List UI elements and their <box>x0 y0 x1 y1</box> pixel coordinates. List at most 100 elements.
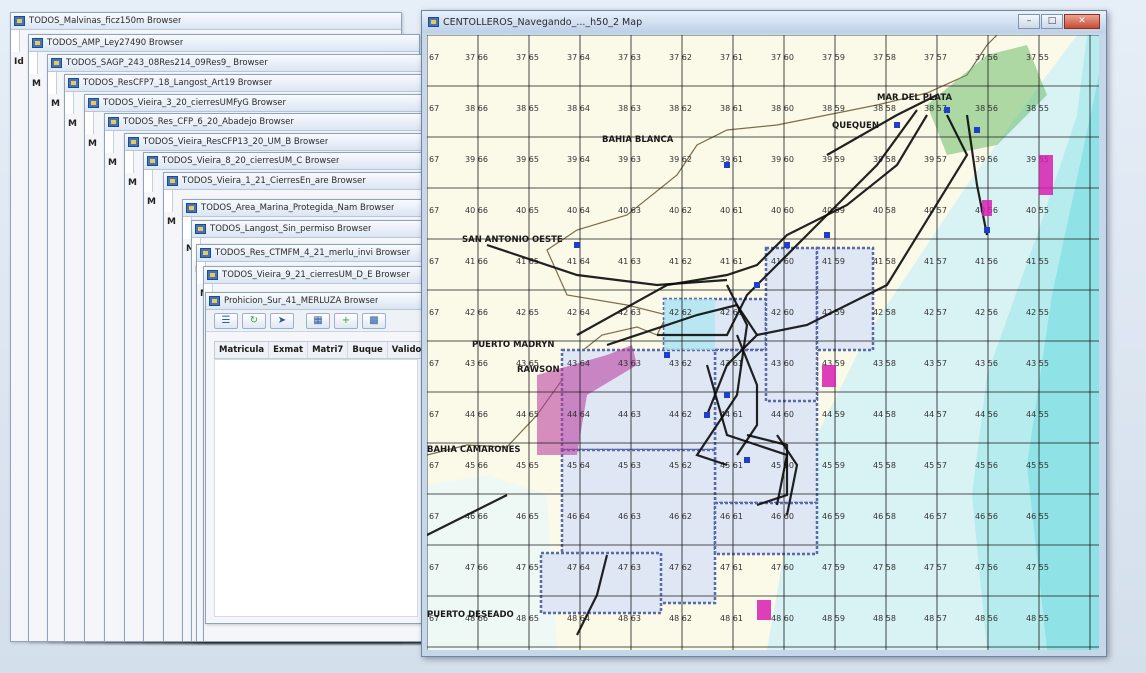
grid-cell-label: 37 55 <box>1026 53 1049 62</box>
title-bar[interactable]: TODOS_SAGP_243_08Res214_09Res9_ Browser <box>48 55 438 72</box>
data-grid[interactable] <box>214 359 418 617</box>
grid-cell-label: 40 58 <box>873 206 896 215</box>
title-bar[interactable]: TODOS_Malvinas_ficz150m Browser <box>11 13 401 30</box>
grid-cell-label: 43 62 <box>669 359 692 368</box>
add-column-icon[interactable]: + <box>334 312 358 329</box>
title-bar[interactable]: TODOS_AMP_Ley27490 Browser <box>29 35 419 52</box>
column-header-edge: M <box>32 79 41 89</box>
column-header-exmat[interactable]: Exmat <box>269 342 309 358</box>
column-header-matricula[interactable]: Matricula <box>215 342 270 358</box>
grid-cell-label: 48 59 <box>822 614 845 623</box>
grid-cell-label: 45 61 <box>720 461 743 470</box>
grid-edge-label: 67 <box>429 308 439 317</box>
grid-cell-label: 42 66 <box>465 308 488 317</box>
window-title: TODOS_Vieira_9_21_cierresUM_D_E Browser <box>222 270 410 280</box>
map-canvas[interactable]: 67 37 66 37 65 37 64 37 63 37 62 37 61 37 60 37 … <box>427 35 1099 650</box>
grid-cell-label: 40 63 <box>618 206 641 215</box>
window-title: TODOS_Vieira_1_21_CierresEn_are Browser <box>182 176 366 186</box>
browser-window-icon <box>147 156 158 166</box>
grid-cell-label: 46 56 <box>975 512 998 521</box>
minimize-button[interactable]: – <box>1018 14 1040 29</box>
map-title-bar[interactable]: CENTOLLEROS_Navegando_..._h50_2 Map <box>422 11 1106 33</box>
toolbar-edge <box>29 52 38 74</box>
grid-cell-label: 42 56 <box>975 308 998 317</box>
column-header-edge: M <box>147 197 156 207</box>
grid-icon[interactable]: ▩ <box>362 312 386 329</box>
grid-cell-label: 44 59 <box>822 410 845 419</box>
grid-cell-label: 43 60 <box>771 359 794 368</box>
maximize-button[interactable]: □ <box>1041 14 1063 29</box>
window-title: Prohicion_Sur_41_MERLUZA Browser <box>224 296 379 306</box>
place-label: PUERTO MADRYN <box>472 340 555 350</box>
grid-cell-label: 38 60 <box>771 104 794 113</box>
grid-cell-label: 48 65 <box>516 614 539 623</box>
title-bar[interactable]: Prohicion_Sur_41_MERLUZA Browser <box>206 293 424 310</box>
grid-cell-label: 48 58 <box>873 614 896 623</box>
grid-edge-label: 67 <box>429 359 439 368</box>
refresh-icon[interactable]: ↻ <box>242 312 266 329</box>
column-header-edge: M <box>68 119 77 129</box>
grid-cell-label: 48 56 <box>975 614 998 623</box>
browser-window-icon <box>51 58 62 68</box>
browser-window-icon <box>32 38 43 48</box>
column-header-matri7[interactable]: Matri7 <box>308 342 349 358</box>
grid-cell-label: 45 65 <box>516 461 539 470</box>
grid-cell-label: 48 55 <box>1026 614 1049 623</box>
table-view-icon[interactable]: ▦ <box>306 312 330 329</box>
column-header-buque[interactable]: Buque <box>348 342 388 358</box>
map-window[interactable]: CENTOLLEROS_Navegando_..._h50_2 Map – □ … <box>421 10 1107 657</box>
grid-cell-label: 45 62 <box>669 461 692 470</box>
grid-edge-label: 67 <box>429 53 439 62</box>
grid-cell-label: 44 56 <box>975 410 998 419</box>
grid-cell-label: 42 58 <box>873 308 896 317</box>
grid-cell-label: 40 66 <box>465 206 488 215</box>
browser-window-prohicion[interactable]: Prohicion_Sur_41_MERLUZA Browser ☰ ↻ ➤ ▦… <box>205 292 446 624</box>
grid-cell-label: 44 58 <box>873 410 896 419</box>
grid-cell-label: 47 59 <box>822 563 845 572</box>
column-header-edge: M <box>108 158 117 168</box>
grid-cell-label: 43 56 <box>975 359 998 368</box>
vessel-marker <box>724 162 730 168</box>
toolbar-edge <box>105 131 114 153</box>
grid-cell-label: 41 61 <box>720 257 743 266</box>
grid-cell-label: 42 64 <box>567 308 590 317</box>
place-label: BAHIA CAMARONES <box>427 445 521 455</box>
column-header-edge: Id <box>14 57 24 67</box>
vessel-marker <box>824 232 830 238</box>
grid-cell-label: 46 62 <box>669 512 692 521</box>
closure-marker <box>1039 155 1053 195</box>
grid-cell-label: 44 60 <box>771 410 794 419</box>
grid-cell-label: 39 65 <box>516 155 539 164</box>
grid-cell-label: 37 56 <box>975 53 998 62</box>
window-title: TODOS_SAGP_243_08Res214_09Res9_ Browser <box>66 58 268 68</box>
grid-cell-label: 38 59 <box>822 104 845 113</box>
vessel-marker <box>974 127 980 133</box>
grid-cell-label: 45 60 <box>771 461 794 470</box>
options-dropdown-button[interactable]: ☰ <box>214 312 238 329</box>
window-title: TODOS_Res_CFP_6_20_Abadejo Browser <box>123 117 294 127</box>
browser-window-icon <box>68 78 79 88</box>
grid-cell-label: 41 58 <box>873 257 896 266</box>
grid-cell-label: 44 64 <box>567 410 590 419</box>
grid-cell-label: 40 64 <box>567 206 590 215</box>
grid-cell-label: 38 64 <box>567 104 590 113</box>
toolbar-edge <box>144 170 153 192</box>
title-bar[interactable]: TODOS_ResCFP7_18_Langost_Art19 Browser <box>65 75 455 92</box>
grid-cell-label: 48 63 <box>618 614 641 623</box>
close-button[interactable]: ✕ <box>1064 14 1100 29</box>
browser-window-icon <box>209 296 220 306</box>
grid-cell-label: 42 62 <box>669 308 692 317</box>
grid-cell-label: 43 66 <box>465 359 488 368</box>
browser-window-icon <box>195 224 206 234</box>
grid-cell-label: 39 60 <box>771 155 794 164</box>
grid-cell-label: 42 57 <box>924 308 947 317</box>
title-bar[interactable]: TODOS_Vieira_3_20_cierresUMFyG Browser <box>85 95 475 112</box>
grid-cell-label: 43 55 <box>1026 359 1049 368</box>
grid-cell-label: 44 66 <box>465 410 488 419</box>
column-header-edge: M <box>88 139 97 149</box>
place-label: SAN ANTONIO OESTE <box>462 235 563 245</box>
grid-cell-label: 45 66 <box>465 461 488 470</box>
select-pointer-button[interactable]: ➤ <box>270 312 294 329</box>
grid-cell-label: 47 58 <box>873 563 896 572</box>
browser-window-icon <box>167 176 178 186</box>
